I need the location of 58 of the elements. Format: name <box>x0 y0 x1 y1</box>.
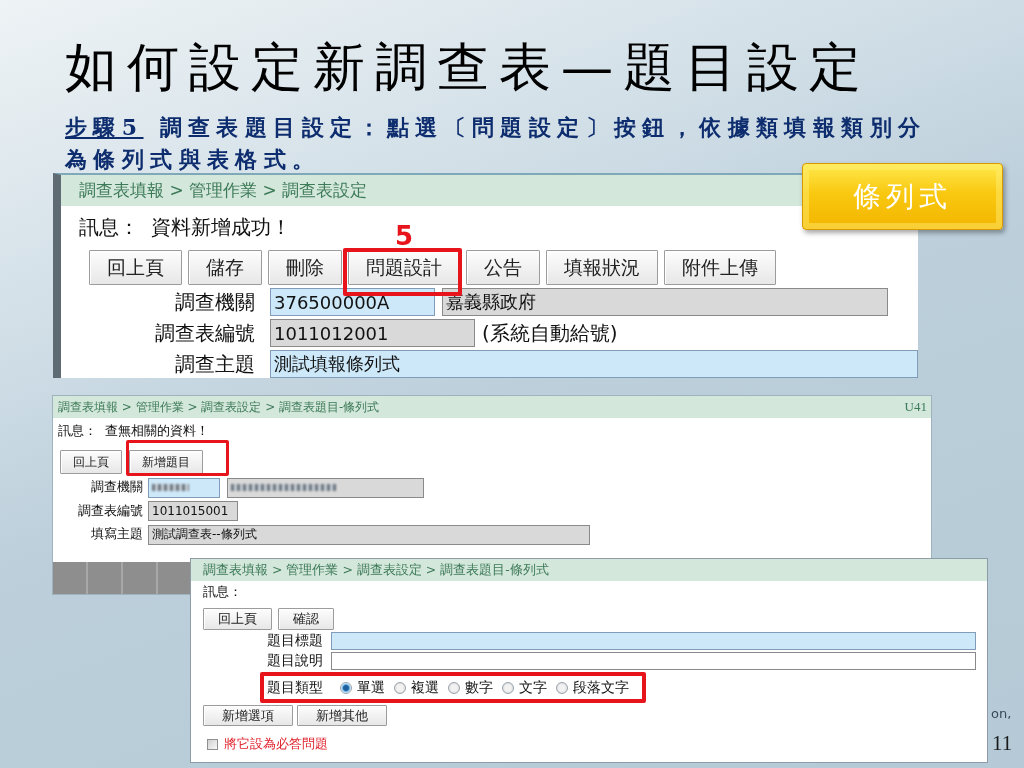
step-number: 5 <box>394 224 414 247</box>
breadcrumb: 調查表填報 > 管理作業 > 調查表設定 > 調查表題目-條列式 <box>203 561 549 579</box>
form-button[interactable]: 問題設計 <box>348 250 460 285</box>
input-field[interactable]: 測試調查表--條列式 <box>148 524 590 545</box>
checkbox-label[interactable]: 將它設為必答問題 <box>224 735 328 753</box>
footer-text: on, <box>991 706 1012 721</box>
radio-label[interactable]: 段落文字 <box>573 679 629 697</box>
input-field[interactable]: 1011015001 <box>148 501 238 521</box>
message-text: 資料新增成功！ <box>151 213 291 241</box>
page-number: 11 <box>992 731 1013 756</box>
checkbox[interactable] <box>207 738 218 750</box>
form-button[interactable]: 回上頁 <box>60 450 122 474</box>
field-label: 調查表編號 <box>78 502 143 520</box>
radio-button[interactable] <box>556 682 568 694</box>
form-button[interactable]: 確認 <box>278 608 334 630</box>
field-label: 題目標題 <box>267 632 323 650</box>
input-field[interactable] <box>227 477 424 498</box>
field-label: 調查表編號 <box>155 319 255 347</box>
message-label: 訊息： <box>203 583 242 601</box>
form-button[interactable]: 公告 <box>466 250 540 285</box>
radio-label[interactable]: 複選 <box>411 679 439 697</box>
radio-button[interactable] <box>502 682 514 694</box>
radio-button[interactable] <box>340 682 352 694</box>
form-button[interactable]: 附件上傳 <box>664 250 776 285</box>
radio-button[interactable] <box>394 682 406 694</box>
form-button[interactable]: 填報狀況 <box>546 250 658 285</box>
field-note: (系統自動給號) <box>482 319 618 347</box>
breadcrumb: 調查表填報 > 管理作業 > 調查表設定 > 調查表題目-條列式 <box>58 398 380 416</box>
field-label: 調查主題 <box>175 350 255 378</box>
field-label: 調查機關 <box>175 288 255 316</box>
page-code: U41 <box>904 399 927 415</box>
form-button[interactable]: 刪除 <box>268 250 342 285</box>
input-field[interactable]: 1011012001 <box>270 319 475 347</box>
form-button[interactable]: 回上頁 <box>89 250 182 285</box>
field-label: 調查機關 <box>91 479 143 496</box>
radio-label[interactable]: 文字 <box>519 679 547 697</box>
input-field[interactable]: 376500000A <box>270 288 435 316</box>
message-label: 訊息： <box>58 422 97 440</box>
form-button[interactable]: 新增其他 <box>297 705 387 726</box>
input-field[interactable] <box>331 652 976 670</box>
form-button[interactable]: 新增題目 <box>129 450 203 474</box>
callout-label: 條列式 <box>802 163 1003 230</box>
slide-title: 如何設定新調查表—題目設定 <box>65 36 872 99</box>
breadcrumb: 調查表填報 > 管理作業 > 調查表設定 <box>79 179 368 202</box>
radio-label[interactable]: 數字 <box>465 679 493 697</box>
message-text: 查無相關的資料！ <box>104 422 209 440</box>
input-field[interactable]: 測試填報條列式 <box>270 350 918 378</box>
message-label: 訊息： <box>79 213 139 241</box>
radio-label[interactable]: 單選 <box>357 679 385 697</box>
form-button[interactable]: 新增選項 <box>203 705 293 726</box>
form-button[interactable]: 儲存 <box>188 250 262 285</box>
input-field[interactable] <box>331 632 976 650</box>
field-label: 題目說明 <box>267 652 323 670</box>
field-label: 題目類型 <box>267 679 323 697</box>
field-label: 填寫主題 <box>91 526 143 543</box>
input-field[interactable] <box>148 477 220 498</box>
radio-button[interactable] <box>448 682 460 694</box>
form-button[interactable]: 回上頁 <box>203 608 272 630</box>
